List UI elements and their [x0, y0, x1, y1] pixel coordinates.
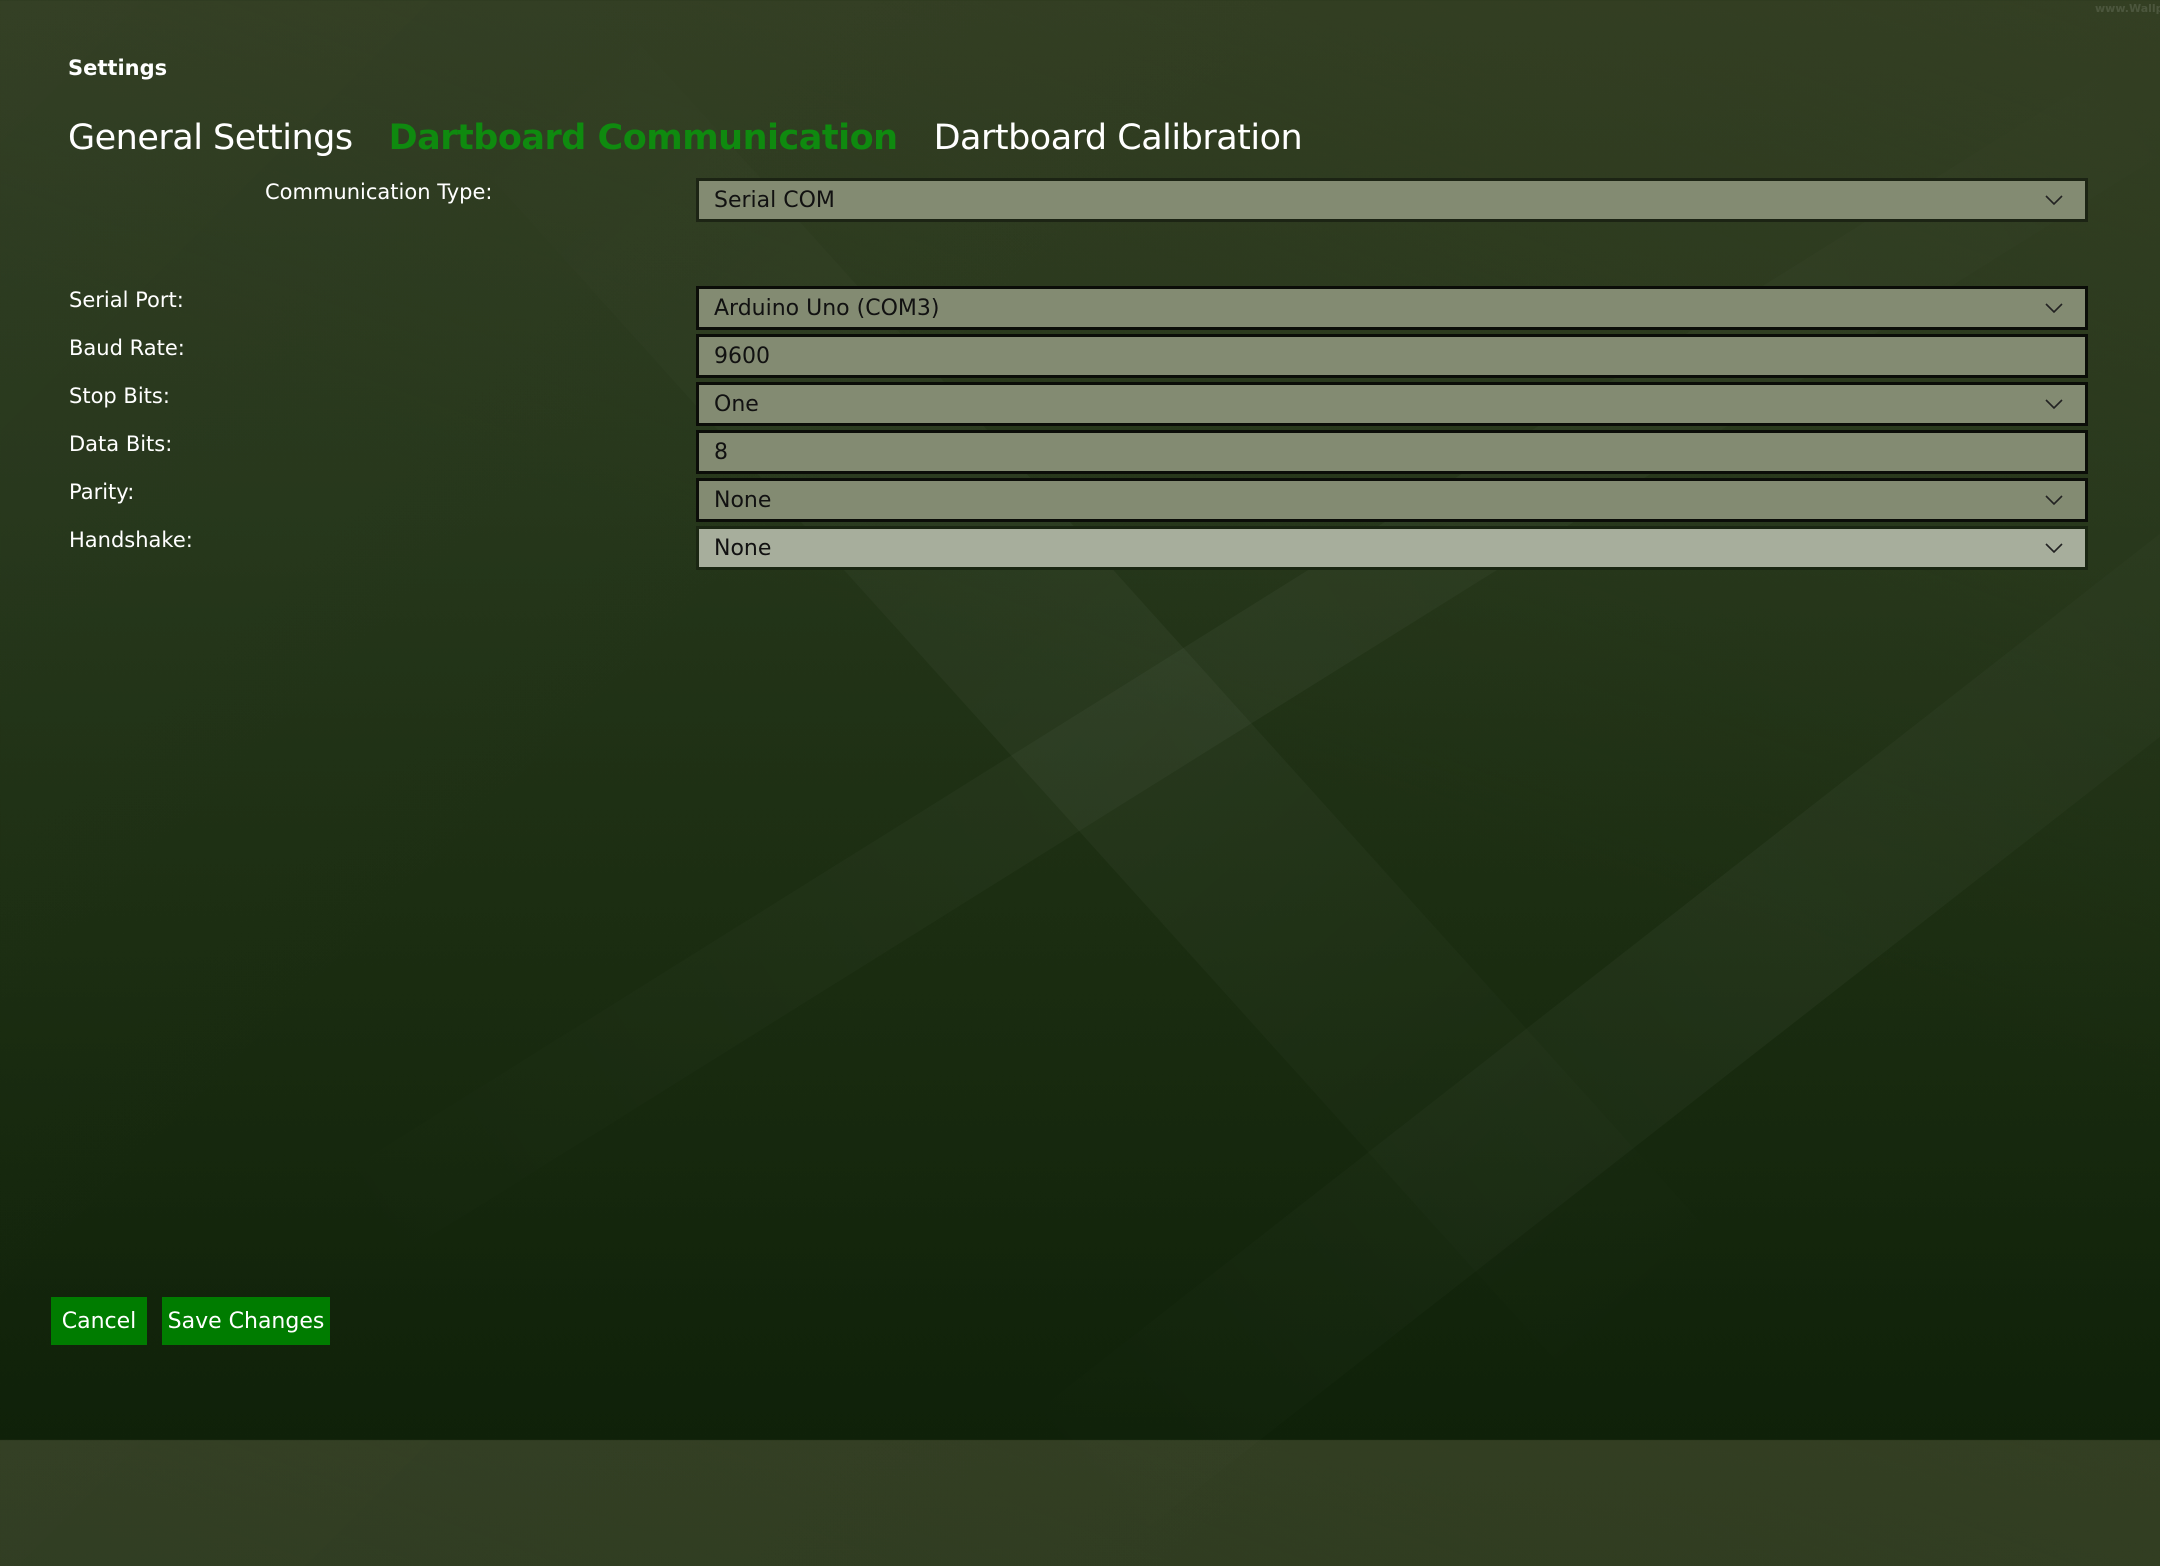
data-bits-label: Data Bits: [69, 432, 173, 456]
parity-dropdown[interactable]: None [696, 478, 2088, 522]
chevron-down-icon [2045, 195, 2063, 206]
communication-type-label: Communication Type: [265, 180, 493, 204]
communication-type-dropdown[interactable]: Serial COM [696, 178, 2088, 222]
data-bits-input[interactable]: 8 [696, 430, 2088, 474]
save-changes-button[interactable]: Save Changes [162, 1297, 330, 1345]
cancel-button[interactable]: Cancel [51, 1297, 147, 1345]
baud-rate-label: Baud Rate: [69, 336, 185, 360]
chevron-down-icon [2045, 543, 2063, 554]
page-title: Settings [68, 56, 168, 80]
stop-bits-label: Stop Bits: [69, 384, 170, 408]
data-bits-value: 8 [714, 439, 728, 465]
parity-value: None [714, 487, 772, 513]
chevron-down-icon [2045, 399, 2063, 410]
tab-dartboard-calibration[interactable]: Dartboard Calibration [934, 118, 1303, 158]
wallpaper-watermark: www.Wallpa [2095, 2, 2160, 15]
handshake-dropdown[interactable]: None [696, 526, 2088, 570]
settings-tabs: General Settings Dartboard Communication… [68, 118, 1303, 158]
tab-dartboard-communication[interactable]: Dartboard Communication [389, 118, 898, 158]
handshake-label: Handshake: [69, 528, 193, 552]
baud-rate-input[interactable]: 9600 [696, 334, 2088, 378]
chevron-down-icon [2045, 495, 2063, 506]
serial-port-dropdown[interactable]: Arduino Uno (COM3) [696, 286, 2088, 330]
parity-label: Parity: [69, 480, 135, 504]
handshake-value: None [714, 535, 772, 561]
tab-general-settings[interactable]: General Settings [68, 118, 353, 158]
serial-port-value: Arduino Uno (COM3) [714, 295, 940, 321]
stop-bits-value: One [714, 391, 759, 417]
serial-port-label: Serial Port: [69, 288, 184, 312]
communication-type-value: Serial COM [714, 187, 835, 213]
chevron-down-icon [2045, 303, 2063, 314]
baud-rate-value: 9600 [714, 343, 770, 369]
stop-bits-dropdown[interactable]: One [696, 382, 2088, 426]
